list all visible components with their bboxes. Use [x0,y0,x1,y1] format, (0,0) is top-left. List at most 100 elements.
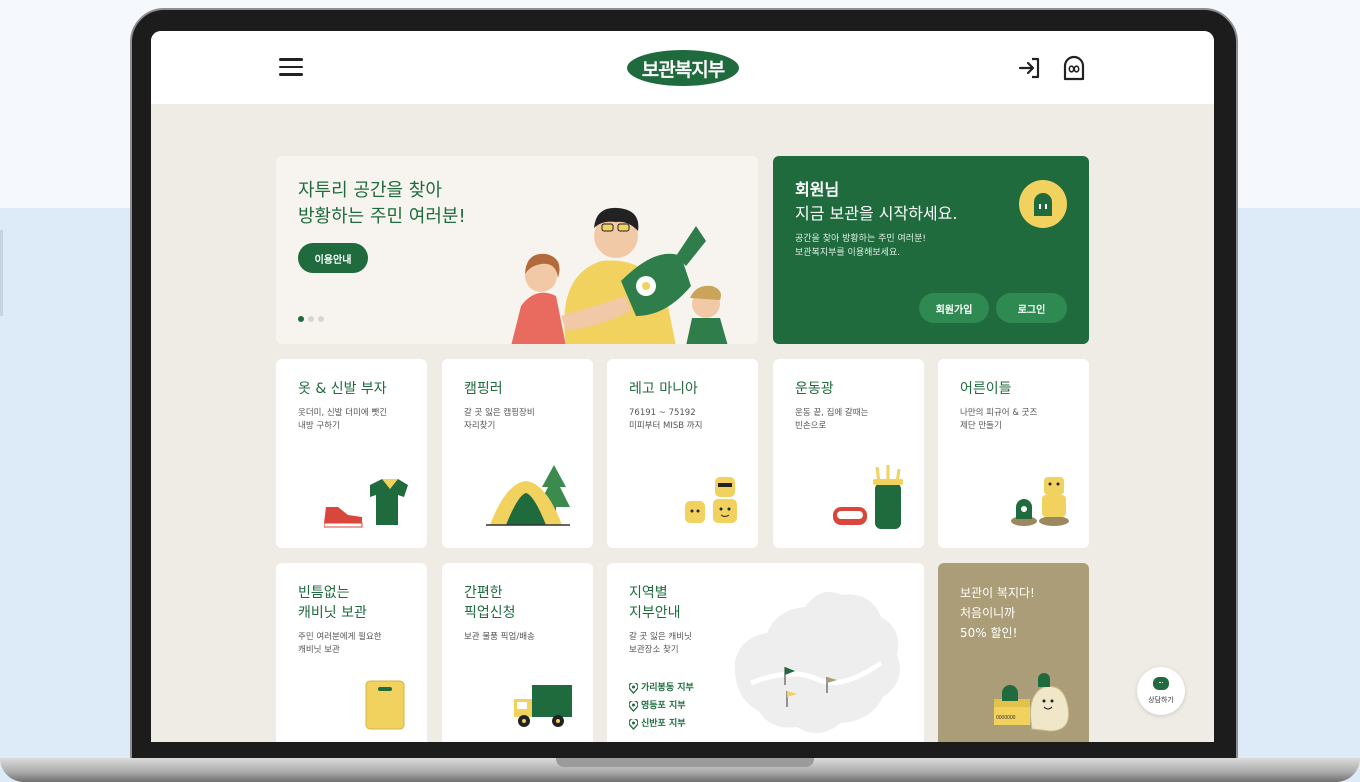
chat-label: 상담하기 [1148,696,1174,704]
card-title: 운동광 [795,381,834,397]
category-card-fitness[interactable]: 운동광 운동 끝, 집에 갈때는 빈손으로 [773,359,924,548]
card-desc-line: 갈 곳 잃은 캠핑장비 [464,408,535,418]
promo-line: 50% 할인! [960,626,1018,640]
category-card-figures[interactable]: 어른이들 나만의 피규어 & 굿즈 제단 만들기 [938,359,1089,548]
card-title: 지역별 지부안내 [629,583,681,623]
site-header: 보관복지부 [151,31,1214,104]
service-card-cabinet[interactable]: 빈틈없는 캐비닛 보관 주민 여러분에게 필요한 캐비닛 보관 [276,563,427,742]
clothes-shoes-icon [324,479,408,528]
card-desc-line: 옷더미, 신발 더미에 뺏긴 [298,408,388,418]
card-desc: 76191 ~ 75192 미피부터 MISB 까지 [629,407,702,433]
card-desc-line: 주민 여러분에게 필요한 [298,632,382,642]
chat-consult-button[interactable]: 상담하기 [1137,667,1185,715]
promo-card-discount[interactable]: 보관이 복지다! 처음이니까 50% 할인! 0000000 [938,563,1089,742]
chat-bubble-icon [1153,677,1169,690]
seoul-map-icon [734,591,900,734]
card-desc: 주민 여러분에게 필요한 캐비닛 보관 [298,631,382,657]
promo-title: 보관이 복지다! 처음이니까 50% 할인! [960,583,1035,643]
card-desc-line: 운동 끝, 집에 갈때는 [795,408,869,418]
card-desc-line: 보관장소 찾기 [629,645,679,655]
branch-name: 영등포 지부 [641,701,686,711]
branch-item[interactable]: 신반포 지부 [629,715,694,733]
card-desc: 나만의 피규어 & 굿즈 제단 만들기 [960,407,1037,433]
promo-line: 보관이 복지다! [960,586,1035,600]
category-card-clothes[interactable]: 옷 & 신발 부자 옷더미, 신발 더미에 뺏긴 내방 구하기 [276,359,427,548]
service-card-pickup[interactable]: 간편한 픽업신청 보관 물품 픽업/배송 [442,563,593,742]
card-title-line: 캐비닛 보관 [298,605,367,621]
mascot-bag-icon: 0000000 [994,673,1070,732]
promo-line: 처음이니까 [960,606,1016,620]
card-title: 레고 마니아 [629,381,698,397]
member-desc-line: 공간을 찾아 방황하는 주민 여러분! [795,234,926,244]
card-desc-line: 캐비닛 보관 [298,645,340,655]
category-card-lego[interactable]: 레고 마니아 76191 ~ 75192 미피부터 MISB 까지 [607,359,758,548]
member-title-line: 회원님 [795,180,840,199]
carousel-dots [298,316,324,322]
card-title-line: 지부안내 [629,605,681,621]
tent-icon [486,465,570,526]
card-desc-line: 제단 만들기 [960,421,1002,431]
location-pin-icon [629,718,638,730]
hero-title-line: 자투리 공간을 찾아 [298,180,442,201]
carousel-dot[interactable] [298,316,304,322]
app-screen: 보관복지부 자투리 공간을 찾아 방황하는 주민 여러분! 이용안내 회원님 지… [151,31,1214,742]
card-desc-line: 보관 물품 픽업/배송 [464,632,535,642]
branch-item[interactable]: 영등포 지부 [629,697,694,715]
carousel-dot[interactable] [308,316,314,322]
mascot-icon[interactable] [1062,55,1086,81]
card-desc: 갈 곳 잃은 캐비닛 보관장소 찾기 [629,631,692,657]
login-button[interactable]: 로그인 [996,293,1067,323]
cabinet-icon [365,680,405,730]
member-panel: 회원님 지금 보관을 시작하세요. 공간을 찾아 방황하는 주민 여러분! 보관… [773,156,1089,344]
service-card-branches[interactable]: 지역별 지부안내 갈 곳 잃은 캐비닛 보관장소 찾기 가리봉동 지부 영등포 … [607,563,924,742]
member-description: 공간을 찾아 방황하는 주민 여러분! 보관복지부를 이용해보세요. [795,232,926,260]
delivery-truck-icon [514,685,572,727]
member-title: 회원님 지금 보관을 시작하세요. [795,178,957,226]
card-desc: 운동 끝, 집에 갈때는 빈손으로 [795,407,868,433]
branch-name: 가리봉동 지부 [641,683,694,693]
card-desc-line: 자리찾기 [464,421,496,431]
card-desc-line: 나만의 피규어 & 굿즈 [960,408,1038,418]
branch-list: 가리봉동 지부 영등포 지부 신반포 지부 [629,679,694,733]
member-desc-line: 보관복지부를 이용해보세요. [795,248,901,258]
card-title-line: 지역별 [629,585,668,601]
hero-title-line: 방황하는 주민 여러분! [298,206,466,227]
login-arrow-icon[interactable] [1018,56,1042,80]
location-pin-icon [629,700,638,712]
usage-guide-button[interactable]: 이용안내 [298,243,368,273]
figure-statue-icon [1011,477,1069,526]
laptop-base-notch [556,758,814,767]
carousel-dot[interactable] [318,316,324,322]
card-desc: 옷더미, 신발 더미에 뺏긴 내방 구하기 [298,407,387,433]
lego-figure-icon [685,477,737,523]
mascot-badge-icon [1019,180,1067,228]
hero-title: 자투리 공간을 찾아 방황하는 주민 여러분! [298,178,466,230]
card-title-line: 픽업신청 [464,605,516,621]
card-desc: 갈 곳 잃은 캠핑장비 자리찾기 [464,407,535,433]
golf-bag-goggles-icon [833,465,903,529]
site-logo[interactable]: 보관복지부 [627,50,739,86]
card-title-line: 빈틈없는 [298,585,350,601]
background-edge [0,230,3,316]
category-card-camping[interactable]: 캠핑러 갈 곳 잃은 캠핑장비 자리찾기 [442,359,593,548]
card-desc-line: 갈 곳 잃은 캐비닛 [629,632,692,642]
card-desc-line: 내방 구하기 [298,421,340,431]
card-desc-line: 빈손으로 [795,421,827,431]
card-title: 옷 & 신발 부자 [298,381,387,397]
hamburger-menu-icon[interactable] [279,58,303,76]
card-desc-line: 미피부터 MISB 까지 [629,421,703,431]
card-desc-line: 76191 ~ 75192 [629,408,696,418]
card-title: 빈틈없는 캐비닛 보관 [298,583,367,623]
card-title-line: 간편한 [464,585,503,601]
card-desc: 보관 물품 픽업/배송 [464,631,535,644]
branch-name: 신반포 지부 [641,719,686,729]
box-label: 0000000 [996,715,1016,721]
card-title: 캠핑러 [464,381,503,397]
hero-illustration [511,207,728,344]
card-title: 어른이들 [960,381,1012,397]
member-title-line: 지금 보관을 시작하세요. [795,204,958,223]
location-pin-icon [629,682,638,694]
branch-item[interactable]: 가리봉동 지부 [629,679,694,697]
signup-button[interactable]: 회원가입 [919,293,989,323]
hero-banner: 자투리 공간을 찾아 방황하는 주민 여러분! 이용안내 [276,156,758,344]
